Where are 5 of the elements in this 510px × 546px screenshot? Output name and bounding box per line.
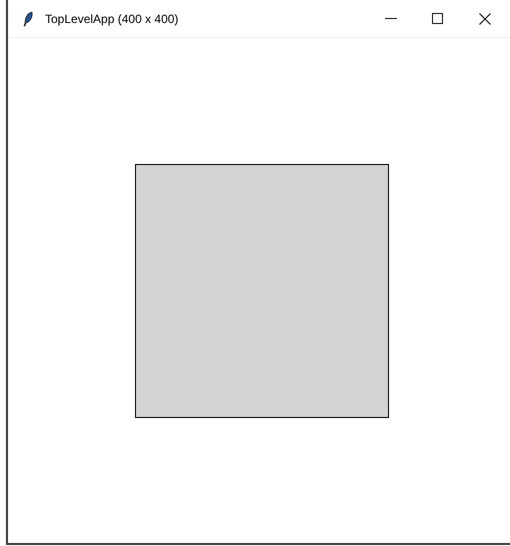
window-title: TopLevelApp (400 x 400) <box>45 10 178 28</box>
close-icon <box>479 12 491 24</box>
minimize-icon <box>385 18 397 20</box>
feather-icon <box>22 10 34 26</box>
maximize-icon <box>432 13 442 24</box>
